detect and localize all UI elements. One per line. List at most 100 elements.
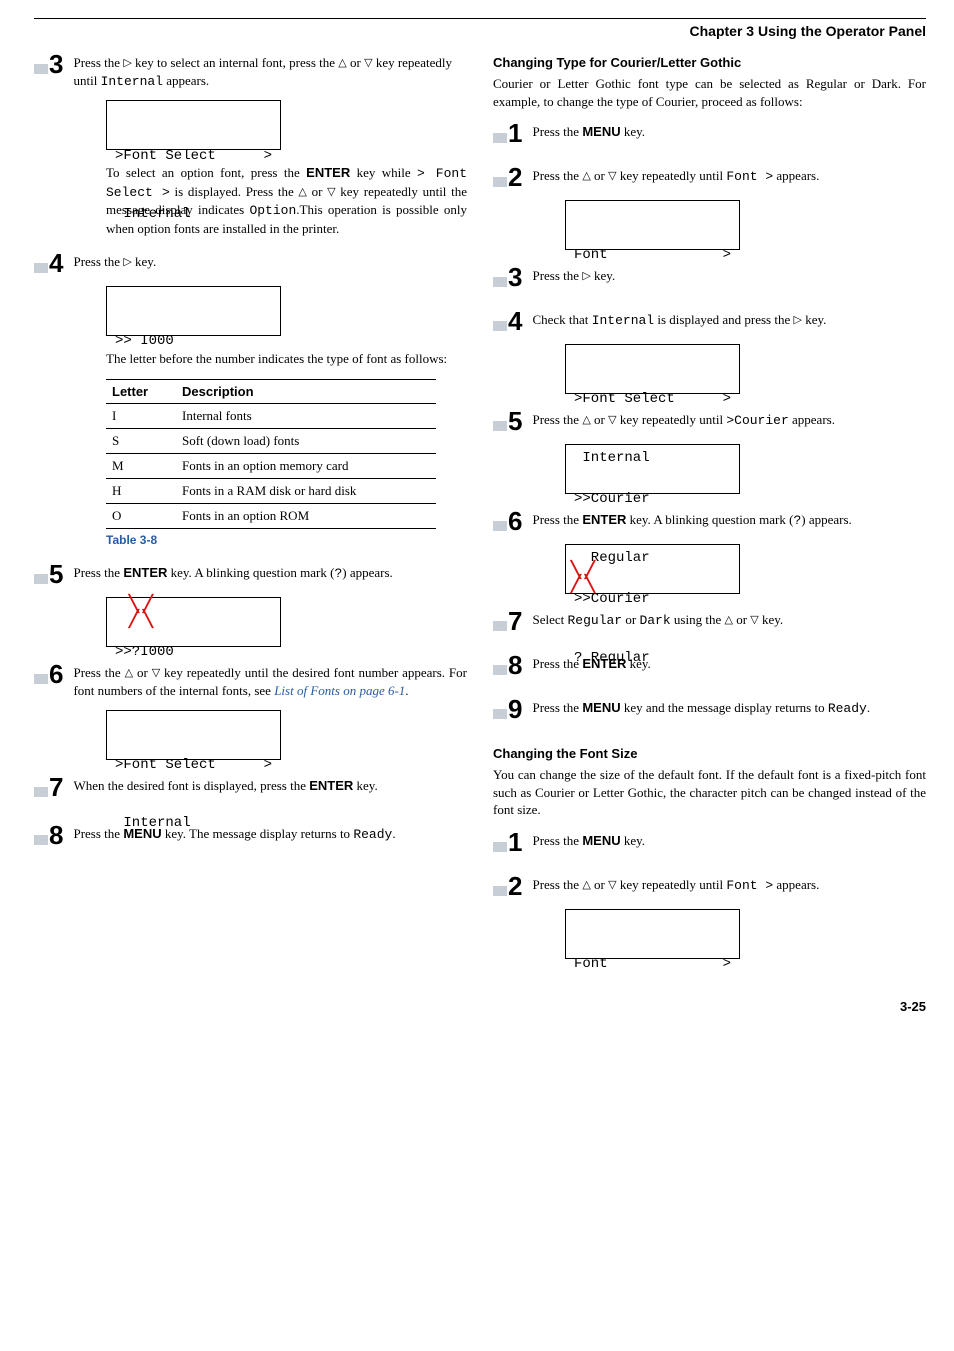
table-row: IInternal fonts [106, 404, 436, 429]
lcd-display: >Font Select> Internal [106, 710, 281, 760]
cell: O [106, 504, 176, 529]
mono: Font > [726, 878, 773, 893]
down-tri-icon: ▽ [364, 56, 372, 71]
lcd-display: >>?I000 ╲ ╱╱ ╲ [106, 597, 281, 647]
up-tri-icon: △ [338, 56, 346, 71]
t: appears. [163, 73, 209, 88]
up-tri-icon: △ [724, 613, 732, 628]
section-heading: Changing Type for Courier/Letter Gothic [493, 55, 926, 70]
cell: I [106, 404, 176, 429]
mono: Internal [592, 313, 654, 328]
up-tri-icon: △ [582, 878, 590, 893]
t: Press the [532, 168, 582, 183]
lcd-text: > [723, 390, 731, 410]
table-row: MFonts in an option memory card [106, 454, 436, 479]
right-tri-icon: ▷ [123, 56, 131, 71]
t: Press the [73, 565, 123, 580]
t: key repeatedly until [617, 877, 727, 892]
right-tri-icon: ▷ [793, 313, 801, 328]
step-number: 4 [508, 308, 522, 334]
up-tri-icon: △ [125, 666, 133, 681]
up-tri-icon: △ [298, 185, 306, 200]
lcd-display: >>Courier ? Regular ╲ ╱╱ ╲ [565, 544, 740, 594]
up-tri-icon: △ [582, 169, 590, 184]
lcd-text: > [723, 246, 731, 266]
t: key to select an internal font, press th… [132, 55, 339, 70]
font-letter-table: Letter Description IInternal fonts SSoft… [106, 379, 436, 529]
t: is displayed and press the [654, 312, 793, 327]
right-tri-icon: ▷ [582, 269, 590, 284]
step-number: 6 [49, 661, 63, 687]
lcd-text: >>?I000 [115, 643, 272, 663]
key-name: ENTER [309, 778, 353, 793]
t: key. A blinking question mark ( [167, 565, 334, 580]
lcd-text: >>Courier [574, 590, 731, 610]
left-step-5: 5 Press the ENTER key. A blinking questi… [34, 561, 467, 587]
down-tri-icon: ▽ [608, 169, 616, 184]
paragraph: Courier or Letter Gothic font type can b… [493, 75, 926, 110]
key-name: ENTER [306, 165, 350, 180]
lcd-text: >Font Select [574, 390, 675, 410]
link-text[interactable]: List of Fonts on page 6-1 [274, 683, 405, 698]
lcd-display: Font> [565, 200, 740, 250]
section-heading: Changing the Font Size [493, 746, 926, 761]
step-text: Press the ▷ key to select an internal fo… [73, 51, 467, 90]
lcd-text: > [723, 955, 731, 975]
lcd-text: Internal [115, 205, 272, 225]
t: key. [353, 778, 377, 793]
lcd-text: >> I000 [115, 332, 272, 352]
step-number: 5 [508, 408, 522, 434]
t: appears. [773, 168, 819, 183]
s2-step-1: 1 Press the MENU key. [493, 829, 926, 855]
t: or [591, 168, 608, 183]
down-tri-icon: ▽ [327, 185, 335, 200]
t: ) appears. [801, 512, 852, 527]
mono: Ready [353, 827, 392, 842]
right-step-1: 1 Press the MENU key. [493, 120, 926, 146]
t: key. [802, 312, 826, 327]
step-number: 5 [49, 561, 63, 587]
header-rule [34, 18, 926, 19]
t: key repeatedly until [617, 168, 727, 183]
t: key. [759, 612, 783, 627]
mono: Ready [828, 701, 867, 716]
cell: H [106, 479, 176, 504]
t: Press the [73, 55, 123, 70]
cell: Soft (down load) fonts [176, 429, 436, 454]
step-number: 4 [49, 250, 63, 276]
t: ) appears. [342, 565, 393, 580]
down-tri-icon: ▽ [608, 878, 616, 893]
cell: M [106, 454, 176, 479]
t: appears. [773, 877, 819, 892]
step-number: 7 [49, 774, 63, 800]
table-row: SSoft (down load) fonts [106, 429, 436, 454]
mono: >Courier [726, 413, 788, 428]
t: . [867, 700, 870, 715]
two-column-layout: 3 Press the ▷ key to select an internal … [34, 51, 926, 973]
t: or [347, 55, 364, 70]
lcd-display: >> I000 [106, 286, 281, 336]
cell: Fonts in a RAM disk or hard disk [176, 479, 436, 504]
s2-step-2: 2 Press the △ or ▽ key repeatedly until … [493, 873, 926, 899]
lcd-text: >Font Select [115, 756, 216, 776]
lcd-display: >Font Select> Internal [106, 100, 281, 150]
t: Press the [532, 833, 582, 848]
left-step-3: 3 Press the ▷ key to select an internal … [34, 51, 467, 90]
step-number: 3 [49, 51, 63, 77]
right-column: Changing Type for Courier/Letter Gothic … [493, 51, 926, 973]
down-tri-icon: ▽ [152, 666, 160, 681]
table-row: OFonts in an option ROM [106, 504, 436, 529]
right-step-4: 4 Check that Internal is displayed and p… [493, 308, 926, 334]
t: appears. [789, 412, 835, 427]
cell: Fonts in an option ROM [176, 504, 436, 529]
table-caption: Table 3-8 [106, 533, 436, 547]
t: Select [532, 612, 567, 627]
key-name: MENU [582, 833, 620, 848]
t: Press the [532, 877, 582, 892]
step-number: 2 [508, 164, 522, 190]
step-number: 2 [508, 873, 522, 899]
t: or [591, 877, 608, 892]
t: or [733, 612, 750, 627]
step-number: 6 [508, 508, 522, 534]
t: . [405, 683, 408, 698]
